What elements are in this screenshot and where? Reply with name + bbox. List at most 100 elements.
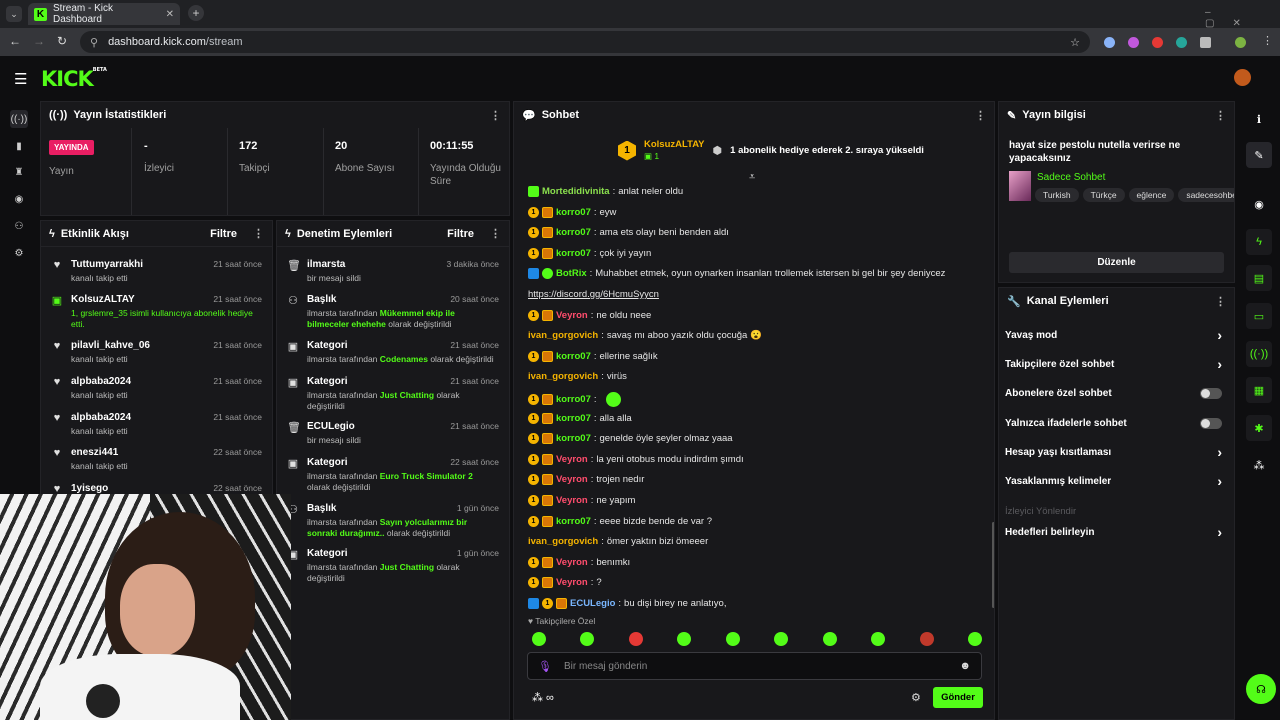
chat-message[interactable]: 1 korro07: alla alla: [528, 412, 980, 424]
activity-item[interactable]: ♥ eneszi441 kanalı takip etti 22 saat önce: [51, 447, 262, 472]
new-tab-icon[interactable]: +: [188, 5, 204, 21]
chat-username[interactable]: Veyron: [556, 495, 588, 506]
edit-pencil-icon[interactable]: ✎: [1246, 142, 1272, 168]
chat-message[interactable]: 1 korro07: eeee bizde bende de var ?: [528, 515, 980, 527]
moderation-item[interactable]: ▣ Kategori ilmarsta tarafından Just Chatti…: [287, 548, 499, 584]
chat-message[interactable]: ivan_gorgovich: virüs: [528, 371, 980, 382]
moderation-item[interactable]: ⚇ Başlık ilmarsta tarafından Sayın yolcula…: [287, 503, 499, 539]
more-options-icon[interactable]: ⋮: [490, 227, 501, 240]
chat-username[interactable]: korro07: [556, 394, 591, 405]
chat-message[interactable]: 1 korro07: çok iyi yayın: [528, 247, 980, 259]
moderation-item[interactable]: 🗑 ilmarsta bir mesajı sildi 3 dakika önce: [287, 259, 499, 284]
profile-avatar[interactable]: [1235, 37, 1246, 48]
channel-action-item[interactable]: Yasaklanmış kelimeler ›: [1005, 472, 1222, 490]
broadcast-icon[interactable]: ((·)): [1246, 341, 1272, 367]
chat-message[interactable]: 1 Veyron:?: [528, 577, 980, 589]
chat-username[interactable]: ivan_gorgovich: [528, 330, 598, 341]
chat-message[interactable]: 1 Veyron: ne yapım: [528, 495, 980, 506]
category-name[interactable]: Sadece Sohbet: [1037, 172, 1105, 183]
send-button[interactable]: Gönder: [933, 687, 983, 708]
extension-icon[interactable]: [1128, 37, 1139, 48]
moderation-icon[interactable]: ◉: [1246, 191, 1272, 217]
kick-points-icon[interactable]: ⁂: [1246, 452, 1272, 478]
channel-action-item[interactable]: Hesap yaşı kısıtlaması ›: [1005, 443, 1222, 461]
info-icon[interactable]: ℹ: [1246, 106, 1272, 132]
chat-username[interactable]: ECULegio: [570, 598, 615, 609]
chat-message[interactable]: 1 korro07: ellerine sağlık: [528, 350, 980, 362]
chat-message[interactable]: BotRix: Muhabbet etmek, oyun oynarken ins…: [528, 268, 980, 280]
channel-action-item[interactable]: Hedefleri belirleyin ›: [1005, 523, 1222, 541]
moderation-filter-button[interactable]: Filtre: [447, 228, 474, 240]
kick-points-icon[interactable]: ⁂ ∞: [532, 691, 554, 704]
chat-icon[interactable]: ▭: [1246, 303, 1272, 329]
toggle-switch[interactable]: [1200, 387, 1222, 399]
activity-item[interactable]: ▣ KolsuzALTAY 1, grslemre_35 isimli kullan…: [51, 294, 262, 330]
close-tab-icon[interactable]: ✕: [166, 9, 174, 20]
moderation-item[interactable]: ▣ Kategori ilmarsta tarafından Codenames o…: [287, 340, 499, 365]
emote-icon[interactable]: [823, 632, 837, 646]
chat-message[interactable]: 1 korro07: genelde öyle şeyler olmaz yaaa: [528, 433, 980, 445]
chat-message[interactable]: ivan_gorgovich: ömer yaktın bizi ömeeer: [528, 536, 980, 547]
chat-message[interactable]: ivan_gorgovich: savaş mı aboo yazık oldu …: [528, 330, 980, 341]
chat-username[interactable]: Veyron: [556, 577, 588, 588]
stream-tag[interactable]: Türkçe: [1082, 188, 1125, 202]
url-input[interactable]: ⚲ dashboard.kick.com/stream ☆: [80, 31, 1090, 53]
user-avatar[interactable]: [1234, 69, 1251, 86]
chat-message[interactable]: 1 korro07:: [528, 392, 980, 407]
chat-username[interactable]: korro07: [556, 207, 591, 218]
chat-username[interactable]: BotRix: [556, 268, 587, 279]
emote-icon[interactable]: [920, 632, 934, 646]
emote-icon[interactable]: [774, 632, 788, 646]
stream-tag[interactable]: sadecesohbe: [1178, 188, 1234, 202]
microphone-icon[interactable]: 🎙: [538, 660, 552, 673]
collapse-pinned-icon[interactable]: ⩡: [749, 171, 755, 184]
moderation-item[interactable]: ▣ Kategori ilmarsta tarafından Just Chatti…: [287, 376, 499, 412]
chat-message[interactable]: 1 Veyron: trojen nedır: [528, 474, 980, 486]
emote-icon[interactable]: [580, 632, 594, 646]
back-icon[interactable]: ←: [9, 34, 21, 48]
kick-logo[interactable]: KICKBETA: [41, 67, 107, 91]
stream-tag[interactable]: eğlence: [1128, 188, 1175, 202]
activity-item[interactable]: ♥ alpbaba2024 kanalı takip etti 21 saat önc…: [51, 376, 262, 401]
chat-username[interactable]: ivan_gorgovich: [528, 536, 598, 547]
stream-broadcast-icon[interactable]: ((·)): [10, 110, 28, 128]
emote-icon[interactable]: [629, 632, 643, 646]
chat-input[interactable]: 🎙 Bir mesaj gönderin ☻: [527, 652, 982, 680]
chat-username[interactable]: korro07: [556, 433, 591, 444]
moderation-item[interactable]: ⚇ Başlık ilmarsta tarafından Mükemmel ekip…: [287, 294, 499, 330]
moderation-item[interactable]: ▣ Kategori ilmarsta tarafından Euro Truck …: [287, 457, 499, 493]
more-options-icon[interactable]: ⋮: [1215, 109, 1226, 122]
edit-stream-info-button[interactable]: Düzenle: [1009, 252, 1224, 273]
bookmark-star-icon[interactable]: ☆: [1070, 36, 1080, 49]
channel-action-item[interactable]: Yavaş mod ›: [1005, 326, 1222, 344]
tab-search-icon[interactable]: ⌄: [6, 6, 22, 22]
extensions-puzzle-icon[interactable]: [1200, 37, 1211, 48]
community-icon[interactable]: ⚇: [10, 217, 28, 235]
wrench-icon[interactable]: ✱: [1246, 415, 1272, 441]
site-info-icon[interactable]: ⚲: [90, 36, 98, 49]
moderation-item[interactable]: 🗑 ECULegio bir mesajı sildi 21 saat önce: [287, 421, 499, 446]
chat-username[interactable]: korro07: [556, 516, 591, 527]
chat-message[interactable]: 1 Veyron: la yeni otobus modu indirdım şım…: [528, 453, 980, 465]
window-controls[interactable]: –▢✕: [1205, 7, 1280, 29]
emote-icon[interactable]: [726, 632, 740, 646]
more-options-icon[interactable]: ⋮: [253, 227, 264, 240]
chat-message[interactable]: 1 korro07: eyw: [528, 206, 980, 218]
channel-action-item[interactable]: Abonelere özel sohbet: [1005, 384, 1222, 402]
chat-message[interactable]: 1 ECULegio: bu dişi birey ne anlatıyo,: [528, 598, 980, 609]
chat-username[interactable]: ivan_gorgovich: [528, 371, 598, 382]
chat-username[interactable]: korro07: [556, 227, 591, 238]
hamburger-menu-icon[interactable]: ☰: [14, 70, 27, 88]
emote-icon[interactable]: [677, 632, 691, 646]
document-icon[interactable]: ▤: [1246, 265, 1272, 291]
chat-message[interactable]: https://discord.gg/6HcmuSyycn: [528, 289, 980, 300]
extension-icon[interactable]: [1104, 37, 1115, 48]
emote-icon[interactable]: [532, 632, 546, 646]
more-options-icon[interactable]: ⋮: [975, 109, 986, 122]
emote-icon[interactable]: [871, 632, 885, 646]
reload-icon[interactable]: ↻: [57, 34, 67, 48]
chat-username[interactable]: Veyron: [556, 454, 588, 465]
chat-settings-gear-icon[interactable]: ⚙: [911, 691, 921, 704]
emote-icon[interactable]: [968, 632, 982, 646]
channel-action-item[interactable]: Yalnızca ifadelerle sohbet: [1005, 414, 1222, 432]
